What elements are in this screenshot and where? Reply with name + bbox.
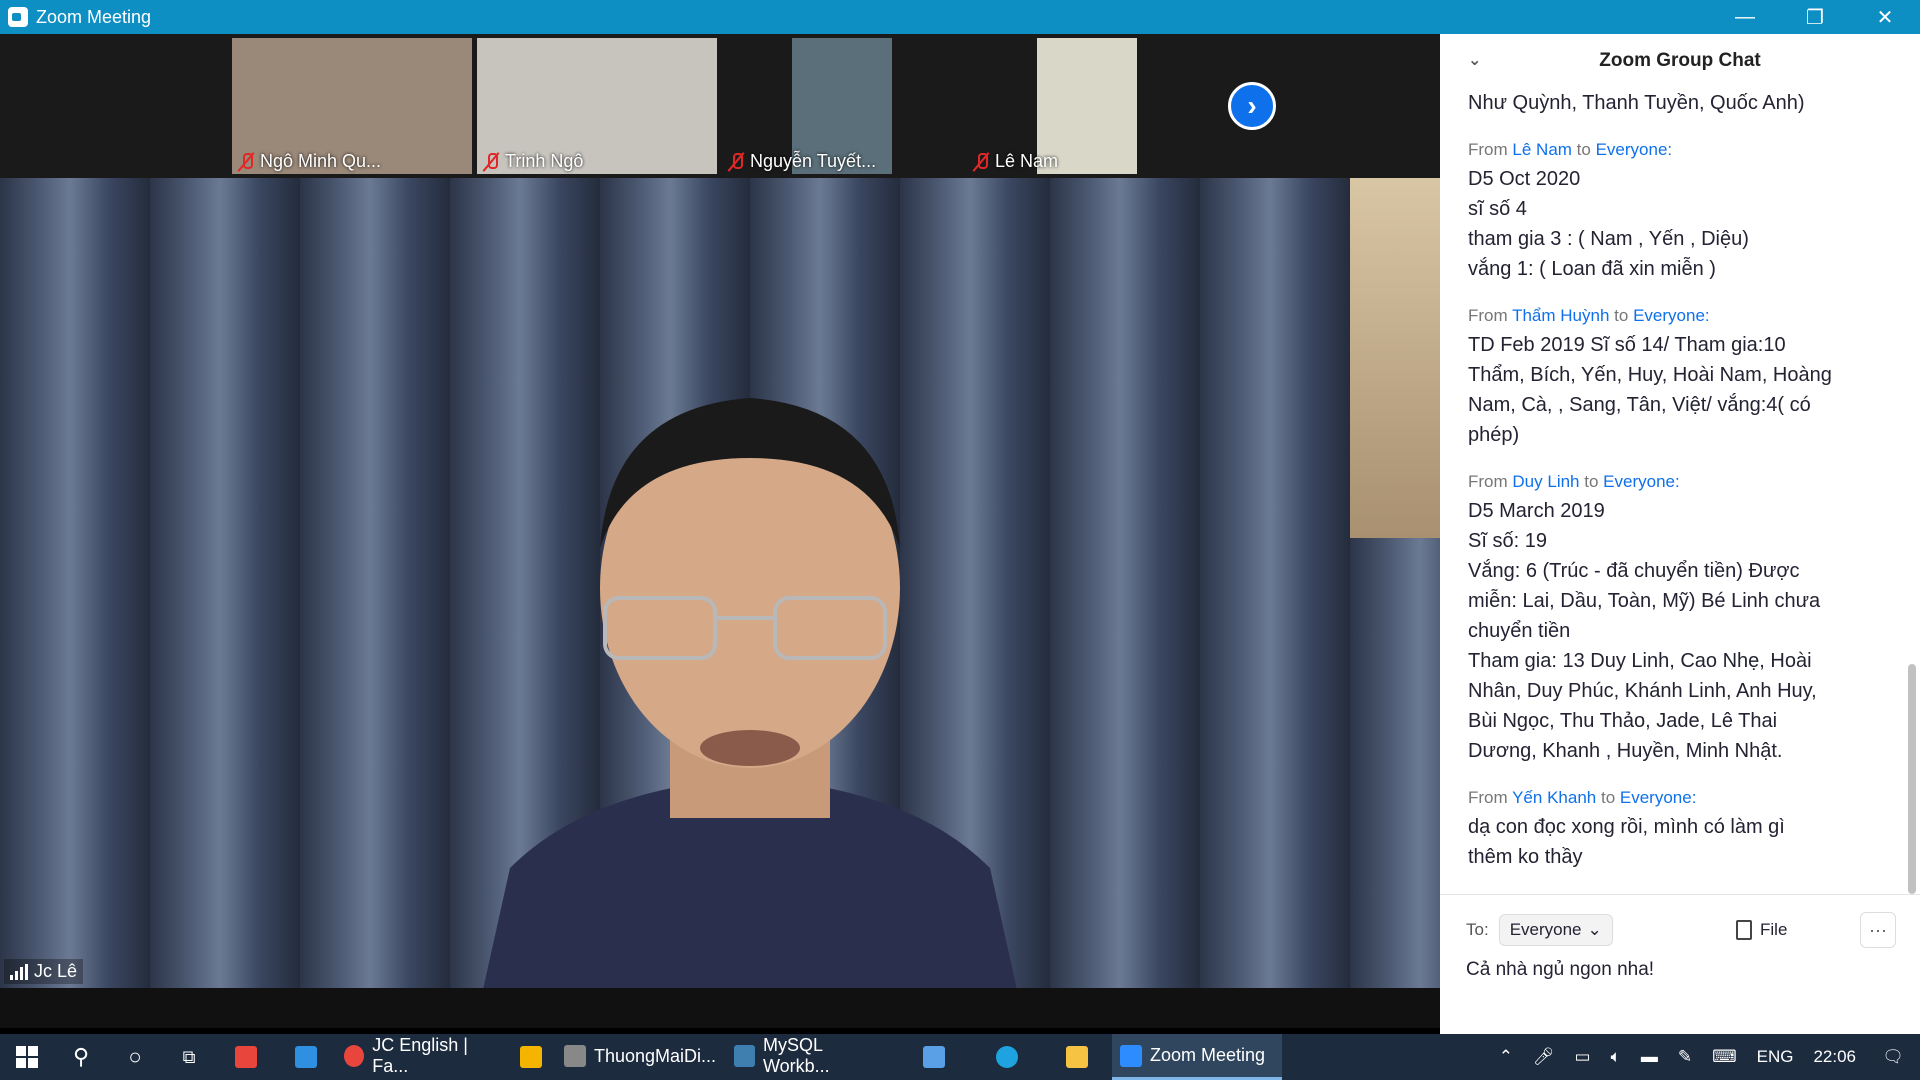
- chat-message: From Duy Linh to Everyone: D5 March 2019…: [1468, 472, 1821, 762]
- vscode-icon[interactable]: [276, 1034, 336, 1080]
- recipient-select[interactable]: Everyone ⌄: [1498, 914, 1613, 946]
- pen-icon[interactable]: ✎: [1668, 1034, 1702, 1080]
- mic-muted-icon: [973, 152, 989, 172]
- chat-message-list[interactable]: Như Quỳnh, Thanh Tuyền, Quốc Anh) From L…: [1440, 88, 1910, 928]
- chat-title: Zoom Group Chat: [1599, 50, 1761, 71]
- chat-message: From Thẩm Huỳnh to Everyone: TD Feb 2019…: [1468, 306, 1832, 446]
- volume-icon[interactable]: 🔈︎: [1601, 1034, 1631, 1080]
- recipient-name[interactable]: Everyone:: [1633, 306, 1710, 325]
- taskbar-app-icon[interactable]: [216, 1034, 276, 1080]
- network-icon[interactable]: ▭: [1565, 1034, 1601, 1080]
- chat-message: Như Quỳnh, Thanh Tuyền, Quốc Anh): [1468, 92, 1805, 114]
- participant-thumbnail[interactable]: Trinh Ngô: [477, 38, 717, 174]
- task-view-icon[interactable]: ⧉: [162, 1034, 216, 1080]
- chevron-down-icon: ⌄: [1587, 920, 1602, 939]
- chat-input[interactable]: Cả nhà ngủ ngon nha!: [1466, 959, 1896, 981]
- taskbar-app[interactable]: JC English | Fa...: [336, 1034, 506, 1080]
- participant-name: Trinh Ngô: [505, 151, 584, 171]
- mail-icon[interactable]: [896, 1034, 972, 1080]
- thumbnail-strip: Ngô Minh Qu... Trinh Ngô Nguyễn Tuyết...…: [0, 34, 1440, 178]
- folder-icon[interactable]: [1042, 1034, 1112, 1080]
- signal-strength-icon: [10, 963, 28, 980]
- clock[interactable]: 22:06: [1803, 1034, 1866, 1080]
- close-button[interactable]: ✕: [1850, 0, 1920, 34]
- speaker-figure: [483, 398, 1017, 988]
- chat-header: ⌄ Zoom Group Chat: [1440, 34, 1920, 88]
- mic-muted-icon: [728, 152, 744, 172]
- recipient-name[interactable]: Everyone:: [1596, 140, 1673, 159]
- keyboard-icon[interactable]: ⌨: [1702, 1034, 1747, 1080]
- sender-name[interactable]: Lê Nam: [1512, 140, 1572, 159]
- zoom-icon: [1120, 1044, 1142, 1067]
- recipient-name[interactable]: Everyone:: [1620, 788, 1697, 807]
- speaker-label: Jc Lê: [4, 959, 84, 984]
- taskbar: ⚲ ○ ⧉ JC English | Fa... ThuongMaiDi... …: [0, 1034, 1920, 1080]
- mic-muted-icon: [238, 152, 254, 172]
- app-icon: [564, 1045, 586, 1067]
- restore-button[interactable]: ❐: [1780, 0, 1850, 34]
- mysql-icon: [734, 1045, 755, 1067]
- speaker-name: Jc Lê: [34, 961, 78, 981]
- participant-name: Ngô Minh Qu...: [260, 151, 382, 171]
- taskbar-app[interactable]: MySQL Workb...: [726, 1034, 896, 1080]
- chat-message: From Lê Nam to Everyone: D5 Oct 2020 sĩ …: [1468, 140, 1749, 280]
- file-button[interactable]: File: [1736, 912, 1787, 948]
- microphone-icon[interactable]: 🎤︎: [1523, 1034, 1565, 1080]
- battery-icon[interactable]: ▬: [1631, 1034, 1668, 1080]
- language-indicator[interactable]: ENG: [1747, 1034, 1804, 1080]
- participant-thumbnail[interactable]: Nguyễn Tuyết...: [722, 38, 892, 174]
- divider: [1440, 894, 1920, 895]
- to-label: To:: [1466, 920, 1489, 939]
- sender-name[interactable]: Yến Khanh: [1512, 788, 1596, 807]
- active-speaker-video: Jc Lê: [0, 178, 1440, 988]
- participant-thumbnail[interactable]: Lê Nam: [967, 38, 1137, 174]
- edge-icon[interactable]: [972, 1034, 1042, 1080]
- search-icon[interactable]: ⚲: [54, 1034, 108, 1080]
- sender-name[interactable]: Thẩm Huỳnh: [1512, 306, 1609, 325]
- minimize-button[interactable]: —: [1710, 0, 1780, 34]
- taskbar-app-zoom[interactable]: Zoom Meeting: [1112, 1034, 1282, 1080]
- window-title: Zoom Meeting: [36, 6, 152, 27]
- background-window: [1350, 178, 1440, 538]
- recipient-name[interactable]: Everyone:: [1603, 472, 1680, 491]
- file-icon: [1736, 920, 1752, 940]
- chat-recipient-row: To: Everyone ⌄ File ···: [1466, 912, 1906, 948]
- title-bar: Zoom Meeting — ❐ ✕: [0, 0, 1920, 34]
- taskbar-app-icon[interactable]: [506, 1034, 556, 1080]
- cortana-icon[interactable]: ○: [108, 1034, 162, 1080]
- notification-icon[interactable]: 🗨︎: [1866, 1034, 1920, 1080]
- sender-name[interactable]: Duy Linh: [1512, 472, 1579, 491]
- chat-panel: ⌄ Zoom Group Chat Như Quỳnh, Thanh Tuyền…: [1440, 34, 1920, 1034]
- chevron-down-icon[interactable]: ⌄: [1468, 50, 1481, 70]
- chat-scrollbar[interactable]: [1908, 664, 1916, 894]
- more-options-button[interactable]: ···: [1860, 912, 1896, 948]
- zoom-app-icon: [8, 7, 28, 27]
- participant-thumbnail[interactable]: Ngô Minh Qu...: [232, 38, 472, 174]
- video-area: Ngô Minh Qu... Trinh Ngô Nguyễn Tuyết...…: [0, 34, 1440, 1028]
- chevron-right-icon: ›: [1247, 90, 1257, 121]
- system-tray: ⌃ 🎤︎ ▭ 🔈︎ ▬ ✎ ⌨ ENG 22:06 🗨︎: [1489, 1034, 1920, 1080]
- mic-muted-icon: [483, 152, 499, 172]
- windows-start-icon[interactable]: [0, 1034, 54, 1080]
- chat-message: From Yến Khanh to Everyone: dạ con đọc x…: [1468, 788, 1785, 868]
- next-page-button[interactable]: ›: [1228, 82, 1276, 130]
- chevron-up-icon[interactable]: ⌃: [1489, 1034, 1523, 1080]
- participant-name: Nguyễn Tuyết...: [750, 151, 877, 171]
- chrome-icon: [344, 1045, 365, 1067]
- participant-name: Lê Nam: [995, 151, 1059, 171]
- taskbar-app[interactable]: ThuongMaiDi...: [556, 1034, 726, 1080]
